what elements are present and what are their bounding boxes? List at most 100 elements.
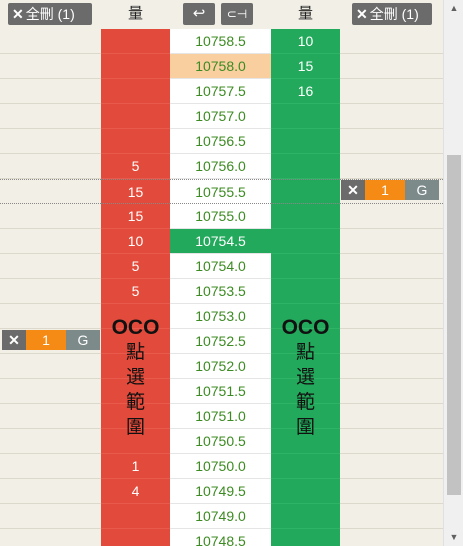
bid-qty-cell[interactable]	[101, 129, 170, 154]
scroll-thumb[interactable]	[447, 155, 461, 495]
bid-qty-cell[interactable]	[101, 104, 170, 129]
order-g-button[interactable]: G	[66, 330, 100, 350]
price-cell[interactable]: 10757.0	[170, 104, 271, 129]
right-order-cell[interactable]	[340, 529, 443, 546]
left-order-cell[interactable]	[0, 429, 101, 454]
price-column[interactable]: 10758.5 10758.0 10757.5 10757.0 10756.5 10756…	[170, 29, 271, 546]
bid-qty-cell[interactable]	[101, 529, 170, 546]
ask-qty-cell[interactable]	[271, 179, 340, 204]
right-order-cell[interactable]	[340, 129, 443, 154]
left-order-cell[interactable]	[0, 479, 101, 504]
left-order-cell[interactable]	[0, 29, 101, 54]
price-cell[interactable]: 10753.5	[170, 279, 271, 304]
ask-qty-cell[interactable]	[271, 454, 340, 479]
left-order-cell[interactable]	[0, 204, 101, 229]
right-order-cell[interactable]	[340, 454, 443, 479]
ask-qty-cell[interactable]	[271, 204, 340, 229]
bid-qty-cell[interactable]: 5	[101, 254, 170, 279]
right-order-cell[interactable]	[340, 254, 443, 279]
price-cell[interactable]: 10750.0	[170, 454, 271, 479]
left-order-cell[interactable]	[0, 379, 101, 404]
left-order-cell[interactable]	[0, 254, 101, 279]
scroll-up-icon[interactable]: ▲	[444, 0, 463, 17]
right-order-cell[interactable]	[340, 304, 443, 329]
price-cell[interactable]: 10758.5	[170, 29, 271, 54]
right-order-cell[interactable]	[340, 204, 443, 229]
bid-qty-cell[interactable]	[101, 54, 170, 79]
ask-qty-cell[interactable]: 16	[271, 79, 340, 104]
ask-qty-cell[interactable]	[271, 529, 340, 546]
price-cell[interactable]: 10752.0	[170, 354, 271, 379]
cancel-all-bid-button[interactable]: ✕ 全刪 (1)	[8, 3, 92, 25]
right-order-cell[interactable]	[340, 154, 443, 179]
bid-qty-cell[interactable]: 15	[101, 179, 170, 204]
price-cell[interactable]: 10758.0	[170, 54, 271, 79]
ask-qty-cell[interactable]	[271, 229, 340, 254]
right-order-cell[interactable]	[340, 404, 443, 429]
right-order-column[interactable]	[340, 29, 443, 546]
left-order-cell[interactable]	[0, 404, 101, 429]
ask-qty-cell[interactable]	[271, 129, 340, 154]
price-cell[interactable]: 10749.5	[170, 479, 271, 504]
ask-qty-cell[interactable]	[271, 154, 340, 179]
order-g-button[interactable]: G	[405, 180, 439, 200]
scroll-down-icon[interactable]: ▼	[444, 529, 463, 546]
cancel-all-ask-button[interactable]: ✕ 全刪 (1)	[352, 3, 432, 25]
bid-qty-cell[interactable]: 4	[101, 479, 170, 504]
price-cell[interactable]: 10751.0	[170, 404, 271, 429]
left-order-cell[interactable]	[0, 454, 101, 479]
left-order-cell[interactable]	[0, 354, 101, 379]
right-order-cell[interactable]	[340, 79, 443, 104]
ask-qty-cell[interactable]: 15	[271, 54, 340, 79]
left-order-cell[interactable]	[0, 504, 101, 529]
cancel-order-icon[interactable]: ✕	[2, 330, 26, 350]
right-order-cell[interactable]	[340, 504, 443, 529]
price-cell[interactable]: 10755.5	[170, 179, 271, 204]
ask-qty-cell[interactable]	[271, 254, 340, 279]
magnet-icon[interactable]: ⊂⊣	[221, 3, 253, 25]
price-cell[interactable]: 10757.5	[170, 79, 271, 104]
right-order-cell[interactable]	[340, 279, 443, 304]
left-order-column[interactable]	[0, 29, 101, 546]
right-order-cell[interactable]	[340, 104, 443, 129]
bid-column[interactable]: 5 15 15 10 5 5 1 4	[101, 29, 170, 546]
price-cell[interactable]: 10752.5	[170, 329, 271, 354]
right-order-cell[interactable]	[340, 54, 443, 79]
vertical-scrollbar[interactable]: ▲ ▼	[443, 0, 463, 546]
ask-qty-cell[interactable]	[271, 504, 340, 529]
price-cell[interactable]: 10748.5	[170, 529, 271, 546]
price-cell[interactable]: 10751.5	[170, 379, 271, 404]
ask-qty-cell[interactable]	[271, 279, 340, 304]
price-cell[interactable]: 10753.0	[170, 304, 271, 329]
left-order-cell[interactable]	[0, 529, 101, 546]
bid-qty-cell[interactable]: 10	[101, 229, 170, 254]
left-order-cell[interactable]	[0, 279, 101, 304]
left-order-cell[interactable]	[0, 104, 101, 129]
price-cell[interactable]: 10750.5	[170, 429, 271, 454]
right-order-cell[interactable]	[340, 479, 443, 504]
right-order-cell[interactable]	[340, 329, 443, 354]
left-order-cell[interactable]	[0, 154, 101, 179]
ask-qty-cell[interactable]: 10	[271, 29, 340, 54]
ask-qty-cell[interactable]	[271, 104, 340, 129]
right-order-cell[interactable]	[340, 229, 443, 254]
left-order-cell[interactable]	[0, 129, 101, 154]
left-order-cell[interactable]	[0, 54, 101, 79]
cancel-order-icon[interactable]: ✕	[341, 180, 365, 200]
bid-qty-cell[interactable]: 5	[101, 154, 170, 179]
bid-qty-cell[interactable]: 15	[101, 204, 170, 229]
price-cell[interactable]: 10754.5	[170, 229, 271, 254]
price-cell[interactable]: 10755.0	[170, 204, 271, 229]
price-cell[interactable]: 10756.5	[170, 129, 271, 154]
right-order-cell[interactable]	[340, 354, 443, 379]
price-cell[interactable]: 10749.0	[170, 504, 271, 529]
left-order-cell[interactable]	[0, 304, 101, 329]
bid-qty-cell[interactable]: 5	[101, 279, 170, 304]
left-order-cell[interactable]	[0, 179, 101, 204]
bid-qty-cell[interactable]: 1	[101, 454, 170, 479]
bid-qty-cell[interactable]	[101, 79, 170, 104]
price-cell[interactable]: 10756.0	[170, 154, 271, 179]
right-order-cell[interactable]	[340, 379, 443, 404]
left-order-cell[interactable]	[0, 229, 101, 254]
ask-order-tag[interactable]: ✕ 1 G	[341, 180, 439, 200]
